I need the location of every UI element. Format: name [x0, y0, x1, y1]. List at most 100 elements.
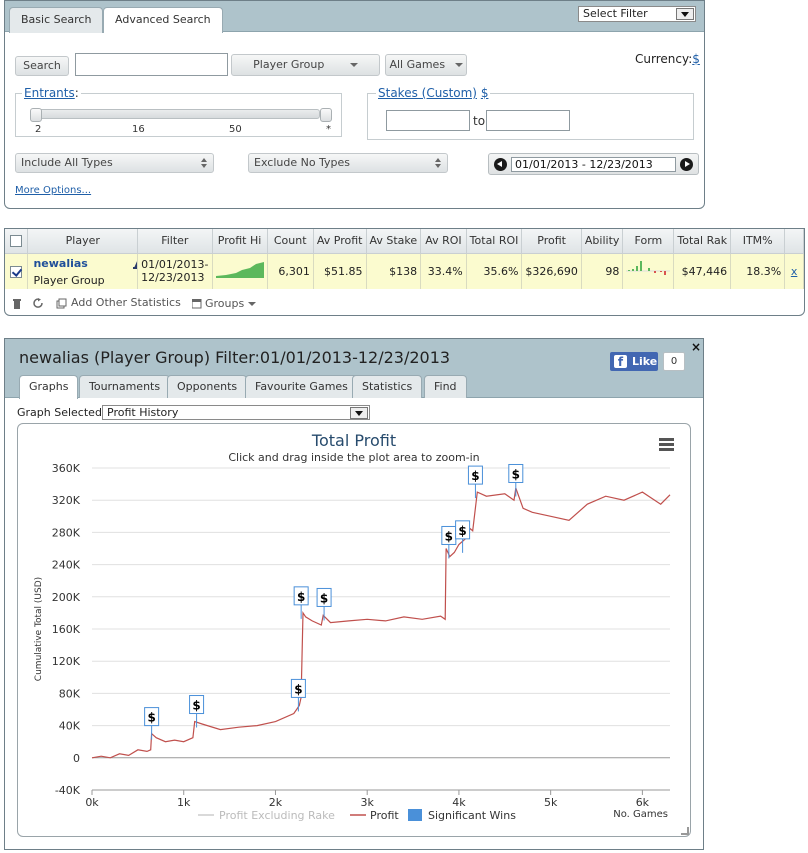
y-tick-label: 360K — [52, 462, 81, 475]
column-header[interactable]: Ability — [581, 229, 624, 254]
results-table: Player Filter Profit Hi Count Av Profit … — [5, 229, 804, 289]
resize-handle-icon[interactable] — [681, 827, 689, 835]
av-roi-cell: 33.4% — [420, 253, 467, 289]
column-header[interactable]: Filter — [137, 229, 213, 254]
player-group-dropdown[interactable]: Player Group — [231, 54, 380, 76]
column-header[interactable]: Total ROI — [466, 229, 523, 254]
search-input[interactable] — [75, 53, 228, 76]
currency-label: Currency: — [635, 52, 693, 66]
entrants-tick: 16 — [132, 124, 145, 135]
all-games-dropdown[interactable]: All Games — [385, 54, 467, 76]
add-columns-icon[interactable] — [56, 298, 67, 309]
chart-subtitle: Click and drag inside the plot area to z… — [228, 451, 479, 464]
entrants-tick: 2 — [35, 124, 42, 135]
x-tick-label: 1k — [177, 796, 191, 809]
x-tick-label: 3k — [361, 796, 375, 809]
column-header[interactable]: Player — [27, 229, 139, 254]
tab-statistics[interactable]: Statistics — [352, 375, 423, 398]
tab-find[interactable]: Find — [424, 375, 467, 398]
y-tick-label: 200K — [52, 591, 81, 604]
tab-advanced-search[interactable]: Advanced Search — [103, 7, 223, 33]
player-name-link[interactable]: newalias — [33, 257, 87, 270]
table-row[interactable]: newalias Player Group 01/01/2013- 12/23/… — [5, 253, 804, 289]
significant-win-marker[interactable]: $ — [290, 678, 306, 712]
select-all-cell[interactable] — [5, 229, 29, 254]
significant-win-marker[interactable]: $ — [189, 695, 205, 728]
graph-select-dropdown[interactable]: Profit History — [102, 405, 370, 420]
column-header[interactable]: Form — [622, 229, 675, 254]
svg-text:$: $ — [320, 591, 328, 605]
date-range-input[interactable]: 01/01/2013 - 12/23/2013 — [511, 157, 676, 172]
filter-date-end: 12/23/2013 — [141, 271, 205, 285]
tab-basic-search[interactable]: Basic Search — [9, 7, 104, 33]
stakes-custom-link[interactable]: Stakes (Custom) — [378, 86, 477, 100]
stakes-max-input[interactable] — [486, 110, 570, 131]
graph-panel: newalias (Player Group) Filter:01/01/201… — [4, 338, 704, 850]
svg-text:$: $ — [192, 699, 200, 713]
row-checkbox[interactable] — [10, 265, 23, 278]
significant-win-marker[interactable]: $ — [293, 586, 309, 619]
y-tick-label: 120K — [52, 655, 81, 668]
column-header[interactable]: Av ROI — [420, 229, 467, 254]
entrants-tick: 50 — [229, 124, 242, 135]
player-type: Player Group — [33, 273, 105, 287]
chevron-down-icon[interactable] — [676, 8, 694, 20]
entrants-slider-track[interactable] — [30, 109, 320, 119]
facebook-like-button[interactable]: f Like — [610, 352, 658, 371]
column-header[interactable]: Av Profit — [313, 229, 367, 254]
entrants-colon: : — [74, 86, 79, 100]
column-header[interactable]: Total Rak — [673, 229, 732, 254]
itm-cell: 18.3% — [730, 253, 786, 289]
prev-arrow-icon[interactable] — [494, 158, 507, 171]
profit-chart[interactable]: Total ProfitClick and drag inside the pl… — [18, 424, 690, 836]
select-filter-dropdown[interactable]: Select Filter — [578, 6, 696, 22]
entrants-legend: Entrants: — [22, 86, 81, 100]
total-roi-cell: 35.6% — [466, 253, 523, 289]
include-types-label: Include All Types — [21, 156, 113, 169]
add-other-statistics-button[interactable]: Add Other Statistics — [71, 296, 181, 309]
entrants-slider-max-handle[interactable] — [320, 108, 332, 122]
y-tick-label: 160K — [52, 623, 81, 636]
groups-dropdown[interactable]: Groups — [205, 297, 257, 310]
tab-favourite-games[interactable]: Favourite Games — [245, 375, 358, 398]
y-tick-label: 240K — [52, 559, 81, 572]
stakes-min-input[interactable] — [386, 110, 470, 131]
more-options-link[interactable]: More Options... — [15, 185, 91, 196]
significant-win-marker[interactable]: $ — [455, 520, 471, 553]
exclude-types-select[interactable]: Exclude No Types — [248, 153, 448, 173]
significant-win-marker[interactable]: $ — [316, 587, 332, 621]
refresh-icon[interactable] — [33, 298, 44, 309]
results-panel: Player Filter Profit Hi Count Av Profit … — [4, 228, 805, 316]
column-header[interactable]: Profit Hi — [212, 229, 268, 254]
y-tick-label: 0 — [73, 752, 80, 765]
group-settings-icon[interactable] — [131, 256, 137, 270]
significant-win-marker[interactable]: $ — [144, 707, 160, 740]
stakes-currency-link[interactable]: $ — [481, 86, 489, 100]
menu-icon — [659, 438, 674, 441]
next-arrow-icon[interactable] — [680, 158, 693, 171]
row-select-cell[interactable] — [5, 253, 29, 289]
column-header[interactable]: Profit — [521, 229, 582, 254]
search-button[interactable]: Search — [15, 56, 69, 76]
significant-win-marker[interactable]: $ — [508, 463, 524, 497]
trash-icon[interactable] — [12, 298, 22, 309]
svg-text:$: $ — [297, 590, 305, 604]
chevron-down-icon — [248, 302, 257, 306]
column-header[interactable]: Av Stake — [366, 229, 422, 254]
chevron-down-icon[interactable] — [350, 407, 368, 419]
close-icon[interactable]: × — [691, 340, 701, 354]
include-types-select[interactable]: Include All Types — [15, 153, 214, 173]
column-header[interactable]: Count — [267, 229, 314, 254]
y-axis-label: Cumulative Total (USD) — [34, 577, 44, 681]
tab-tournaments[interactable]: Tournaments — [79, 375, 171, 398]
tab-opponents[interactable]: Opponents — [167, 375, 248, 398]
column-header[interactable]: ITM% — [730, 229, 786, 254]
results-footer: Add Other Statistics Groups — [5, 291, 804, 315]
select-all-checkbox[interactable] — [10, 235, 23, 248]
remove-row-link[interactable]: x — [791, 265, 798, 278]
x-tick-label: 5k — [544, 796, 558, 809]
entrants-slider-min-handle[interactable] — [30, 108, 42, 122]
entrants-link[interactable]: Entrants — [24, 86, 75, 100]
tab-graphs[interactable]: Graphs — [19, 375, 79, 399]
currency-link[interactable]: $ — [692, 52, 700, 66]
